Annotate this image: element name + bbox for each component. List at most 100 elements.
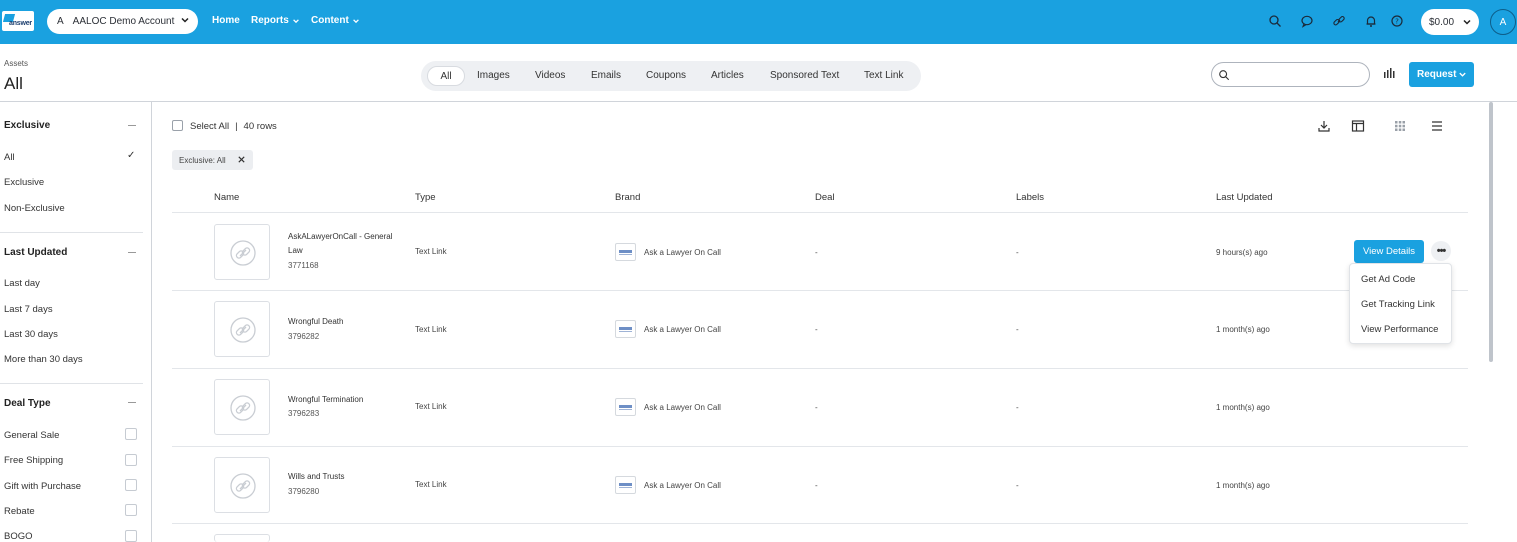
asset-thumbnail	[214, 224, 270, 280]
chevron-down-icon	[352, 18, 359, 23]
last-updated-value: 1 month(s) ago	[1216, 403, 1270, 412]
collapse-icon[interactable]	[128, 252, 136, 253]
divider	[172, 290, 1468, 291]
tab-coupons[interactable]: Coupons	[646, 70, 686, 81]
asset-id: 3796282	[288, 332, 320, 341]
brand-name: Ask a Lawyer On Call	[644, 481, 721, 490]
collapse-icon[interactable]	[128, 402, 136, 403]
last-updated-value: 1 month(s) ago	[1216, 481, 1270, 490]
asset-thumbnail	[214, 301, 270, 357]
view-details-button[interactable]: View Details	[1354, 240, 1424, 263]
filter-option-non-exclusive[interactable]: Non-Exclusive	[4, 203, 65, 214]
breadcrumb[interactable]: Assets	[4, 59, 28, 68]
more-options-icon[interactable]: •••	[1431, 241, 1451, 261]
account-letter: A	[57, 16, 64, 27]
asset-name[interactable]: AskALawyerOnCall - General Law	[288, 230, 408, 258]
asset-type: Text Link	[415, 247, 447, 256]
asset-name[interactable]: Wrongful Termination	[288, 393, 408, 407]
asset-type-tabs: All Images Videos Emails Coupons Article…	[421, 61, 921, 91]
tab-videos[interactable]: Videos	[535, 70, 565, 81]
filter-option-last-day[interactable]: Last day	[4, 278, 40, 289]
asset-thumbnail	[214, 534, 270, 542]
nav-reports[interactable]: Reports	[251, 15, 300, 26]
top-nav-bar: answer A AALOC Demo Account Home Reports…	[0, 0, 1517, 44]
filter-option-general-sale[interactable]: General Sale	[4, 430, 59, 441]
deal-value: -	[815, 481, 818, 490]
filter-option-all[interactable]: All	[4, 152, 15, 163]
checkbox[interactable]	[125, 504, 137, 516]
menu-item-view-performance[interactable]: View Performance	[1361, 324, 1438, 335]
labels-value: -	[1016, 403, 1019, 412]
filter-option-last-7-days[interactable]: Last 7 days	[4, 304, 53, 315]
grid-view-icon[interactable]	[1393, 119, 1407, 133]
close-icon[interactable]	[237, 155, 246, 164]
filter-option-last-30-days[interactable]: Last 30 days	[4, 329, 58, 340]
brand-name: Ask a Lawyer On Call	[644, 248, 721, 257]
collapse-icon[interactable]	[128, 125, 136, 126]
search-input[interactable]	[1211, 62, 1370, 87]
filter-option-exclusive[interactable]: Exclusive	[4, 177, 44, 188]
menu-item-get-tracking-link[interactable]: Get Tracking Link	[1361, 299, 1435, 310]
list-view-icon[interactable]	[1430, 119, 1444, 133]
account-name: AALOC Demo Account	[72, 16, 175, 27]
columns-icon[interactable]	[1351, 119, 1365, 133]
help-icon[interactable]: ?	[1390, 14, 1404, 28]
column-header-name[interactable]: Name	[214, 192, 239, 203]
tab-emails[interactable]: Emails	[591, 70, 621, 81]
filter-option-bogo[interactable]: BOGO	[4, 531, 33, 542]
tab-articles[interactable]: Articles	[711, 70, 744, 81]
nav-content[interactable]: Content	[311, 15, 360, 26]
tab-sponsored-text[interactable]: Sponsored Text	[770, 70, 839, 81]
column-header-brand[interactable]: Brand	[615, 192, 640, 203]
labels-value: -	[1016, 248, 1019, 257]
balance-dropdown[interactable]: $0.00	[1421, 9, 1479, 35]
filter-option-more-than-30-days[interactable]: More than 30 days	[4, 354, 83, 365]
menu-item-get-ad-code[interactable]: Get Ad Code	[1361, 274, 1415, 285]
tab-all[interactable]: All	[427, 66, 465, 86]
tab-text-link[interactable]: Text Link	[864, 70, 903, 81]
checkbox[interactable]	[125, 479, 137, 491]
select-all-checkbox[interactable]	[172, 120, 183, 131]
app-logo[interactable]: answer	[2, 11, 34, 31]
asset-name[interactable]: Wrongful Death	[288, 315, 408, 329]
row-count: 40 rows	[243, 121, 277, 132]
checkbox[interactable]	[125, 530, 137, 542]
column-header-labels[interactable]: Labels	[1016, 192, 1044, 203]
divider	[172, 446, 1468, 447]
filter-option-rebate[interactable]: Rebate	[4, 506, 35, 517]
asset-type: Text Link	[415, 402, 447, 411]
link-icon	[230, 473, 256, 499]
scrollbar[interactable]	[1489, 102, 1493, 362]
checkmark-icon: ✓	[127, 150, 136, 161]
column-header-type[interactable]: Type	[415, 192, 436, 203]
download-icon[interactable]	[1317, 119, 1331, 133]
user-avatar[interactable]: A	[1490, 9, 1516, 35]
account-switcher[interactable]: A AALOC Demo Account	[47, 9, 198, 34]
asset-type: Text Link	[415, 325, 447, 334]
link-icon	[230, 317, 256, 343]
filter-chip[interactable]: Exclusive: All	[172, 150, 253, 170]
bell-icon[interactable]	[1364, 14, 1378, 28]
link-icon[interactable]	[1332, 14, 1346, 28]
checkbox[interactable]	[125, 454, 137, 466]
brand-logo	[615, 243, 636, 261]
chat-icon[interactable]	[1300, 14, 1314, 28]
nav-home[interactable]: Home	[212, 15, 240, 26]
filter-option-free-shipping[interactable]: Free Shipping	[4, 455, 63, 466]
last-updated-value: 9 hours(s) ago	[1216, 248, 1268, 257]
header-divider	[0, 101, 1517, 102]
bar-chart-icon[interactable]	[1383, 67, 1395, 79]
asset-name[interactable]: Wills and Trusts	[288, 470, 408, 484]
filter-option-gift-with-purchase[interactable]: Gift with Purchase	[4, 481, 81, 492]
search-icon[interactable]	[1268, 14, 1282, 28]
filter-title-last-updated: Last Updated	[4, 247, 68, 258]
balance-value: $0.00	[1429, 16, 1455, 28]
tab-images[interactable]: Images	[477, 70, 510, 81]
chevron-down-icon	[292, 18, 299, 23]
checkbox[interactable]	[125, 428, 137, 440]
divider	[0, 232, 143, 233]
column-header-deal[interactable]: Deal	[815, 192, 835, 203]
request-button[interactable]: Request	[1409, 62, 1474, 87]
column-header-last-updated[interactable]: Last Updated	[1216, 192, 1273, 203]
filter-title-exclusive: Exclusive	[4, 120, 51, 131]
